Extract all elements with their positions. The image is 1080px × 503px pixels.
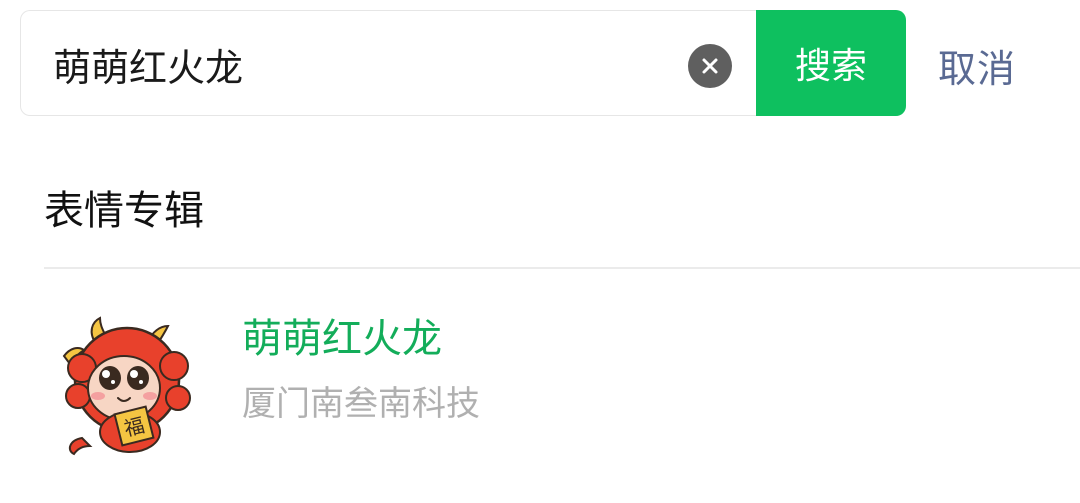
list-item[interactable]: 福 萌萌红火龙 厦门南叁南科技: [44, 290, 1044, 470]
close-icon: [702, 58, 718, 74]
result-title: 萌萌红火龙: [242, 316, 442, 362]
section-title: 表情专辑: [44, 188, 204, 234]
search-bar: 搜索 取消: [20, 10, 1060, 118]
clear-search-button[interactable]: [688, 44, 732, 88]
result-publisher: 厦门南叁南科技: [242, 384, 480, 424]
cancel-button[interactable]: 取消: [938, 38, 1016, 93]
divider: [44, 267, 1080, 269]
search-input[interactable]: [53, 33, 673, 95]
search-button[interactable]: 搜索: [756, 10, 906, 116]
search-field-container[interactable]: [20, 10, 756, 116]
red-dragon-sticker-icon: 福: [62, 316, 191, 456]
search-results-page: 搜索 取消 表情专辑: [0, 0, 1080, 503]
